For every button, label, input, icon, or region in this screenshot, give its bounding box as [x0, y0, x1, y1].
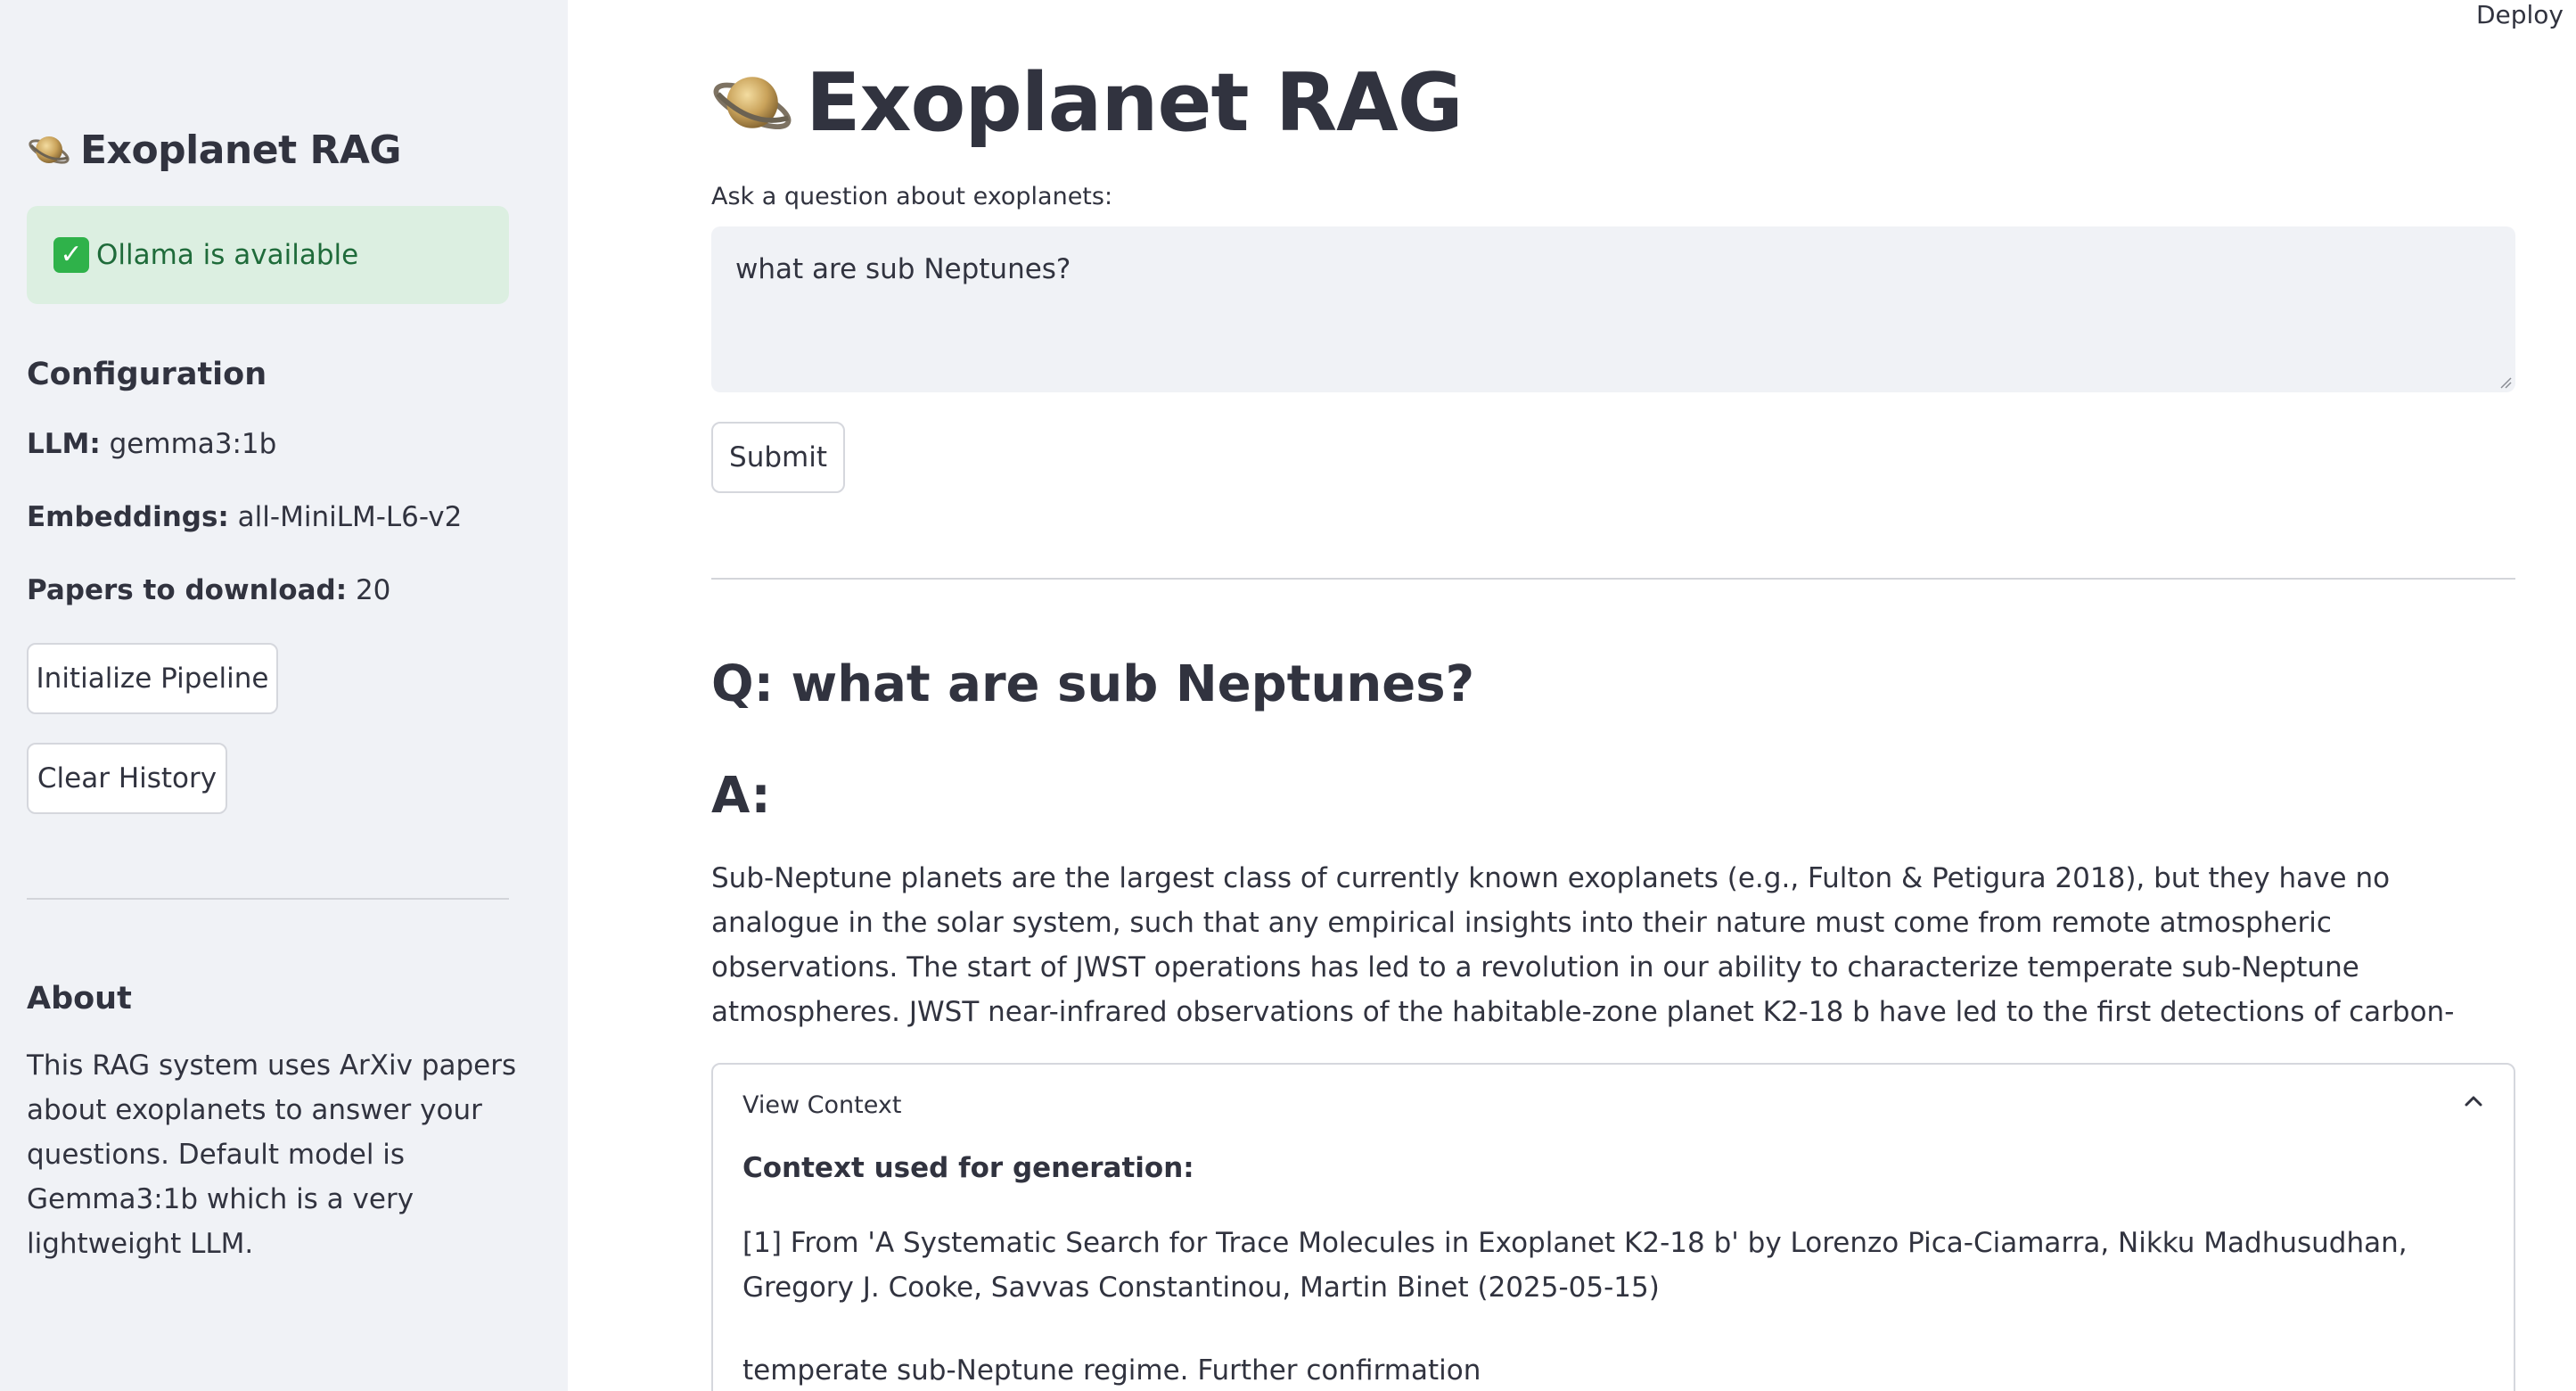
- context-expander: View Context Context used for generation…: [711, 1063, 2515, 1391]
- config-embeddings: Embeddings: all-MiniLM-L6-v2: [27, 501, 462, 533]
- config-papers-value: 20: [355, 574, 391, 606]
- config-papers: Papers to download: 20: [27, 574, 390, 606]
- sidebar: Exoplanet RAG ✓ Ollama is available Conf…: [0, 0, 568, 1391]
- deploy-button[interactable]: Deploy: [2476, 0, 2564, 29]
- clear-history-button[interactable]: Clear History: [27, 743, 227, 814]
- about-text: This RAG system uses ArXiv papers about …: [27, 1049, 517, 1260]
- config-papers-label: Papers to download:: [27, 574, 348, 606]
- ringed-planet-icon: [710, 60, 795, 145]
- main-divider: [711, 578, 2515, 580]
- question-heading: Q: what are sub Neptunes?: [711, 655, 1475, 713]
- config-embeddings-value: all-MiniLM-L6-v2: [237, 501, 463, 533]
- question-input[interactable]: what are sub Neptunes?: [711, 226, 2515, 392]
- context-expander-header[interactable]: View Context: [742, 1091, 901, 1119]
- config-embeddings-label: Embeddings:: [27, 501, 229, 533]
- context-reference: [1] From 'A Systematic Search for Trace …: [742, 1227, 2408, 1304]
- answer-text: Sub-Neptune planets are the largest clas…: [711, 862, 2455, 1028]
- submit-button[interactable]: Submit: [711, 422, 845, 493]
- config-llm: LLM: gemma3:1b: [27, 428, 276, 460]
- sidebar-title: Exoplanet RAG: [27, 123, 402, 177]
- initialize-pipeline-button[interactable]: Initialize Pipeline: [27, 643, 278, 714]
- ringed-planet-icon: [27, 128, 71, 172]
- chevron-up-icon[interactable]: [2460, 1088, 2487, 1115]
- sidebar-divider: [27, 898, 509, 900]
- sidebar-title-text: Exoplanet RAG: [80, 127, 402, 173]
- config-llm-value: gemma3:1b: [109, 428, 277, 460]
- check-mark-icon: ✓: [53, 237, 89, 273]
- context-title: Context used for generation:: [742, 1152, 1194, 1184]
- page-title-text: Exoplanet RAG: [806, 55, 1464, 150]
- status-text: Ollama is available: [96, 239, 359, 271]
- status-alert: ✓ Ollama is available: [27, 206, 509, 304]
- resize-grip-icon[interactable]: [2499, 376, 2512, 389]
- question-input-value: what are sub Neptunes?: [735, 253, 1071, 285]
- context-snippet: temperate sub-Neptune regime. Further co…: [742, 1354, 1481, 1387]
- about-heading: About: [27, 981, 132, 1017]
- config-llm-label: LLM:: [27, 428, 101, 460]
- configuration-heading: Configuration: [27, 357, 267, 392]
- answer-heading: A:: [711, 767, 771, 825]
- question-label: Ask a question about exoplanets:: [711, 183, 1113, 210]
- page-title: Exoplanet RAG: [710, 49, 1464, 156]
